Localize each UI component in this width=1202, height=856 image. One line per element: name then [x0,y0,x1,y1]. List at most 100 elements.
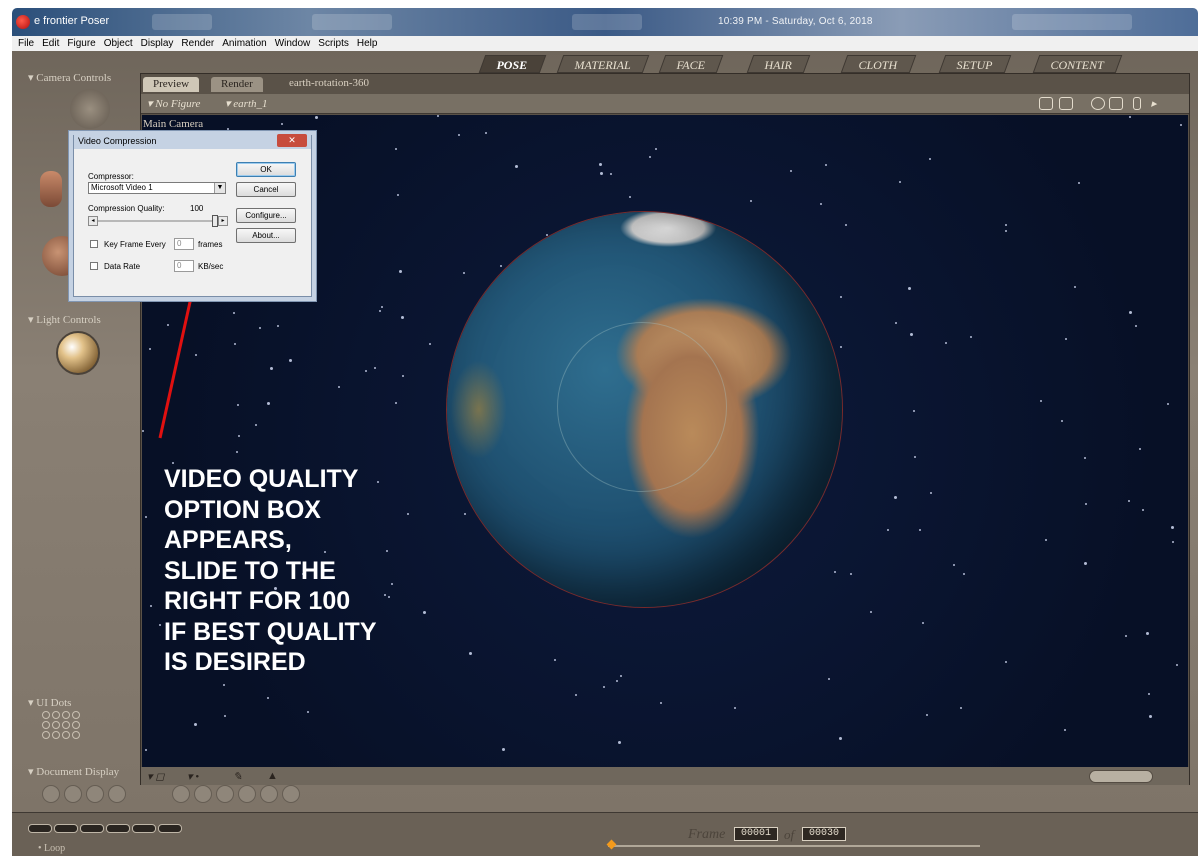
forward-button[interactable] [106,824,130,833]
star [267,697,269,699]
display-style-dot[interactable] [64,785,82,803]
ui-dot[interactable] [62,721,70,729]
ui-dot[interactable] [42,711,50,719]
room-tab-hair[interactable]: HAIR [746,55,811,73]
ui-dot[interactable] [72,731,80,739]
rewind-button[interactable] [80,824,104,833]
paint-icon[interactable]: ✎ [233,770,242,783]
ui-dot[interactable] [62,731,70,739]
timeline-marker[interactable] [606,839,617,850]
display-style-dot[interactable] [42,785,60,803]
cancel-button[interactable]: Cancel [236,182,296,197]
loop-label[interactable]: • Loop [38,843,65,854]
ui-dot[interactable] [62,711,70,719]
move-icon[interactable] [1109,97,1123,110]
menu-scripts[interactable]: Scripts [318,38,349,49]
display-style-dot[interactable] [172,785,190,803]
taskbar-thumbnail[interactable] [1012,14,1132,30]
video-compression-dialog: Video Compression ✕ Compressor: Microsof… [73,133,312,297]
slider-left-arrow-icon[interactable]: ◂ [88,216,98,226]
ui-dot[interactable] [42,721,50,729]
menu-render[interactable]: Render [181,38,214,49]
display-menu-icon[interactable]: ▾ ◻ [147,770,164,783]
quality-slider[interactable]: ◂ ▸ [88,215,230,227]
play-button[interactable] [28,824,52,833]
hand-camera-icon[interactable] [40,171,62,207]
light-controls-header[interactable]: ▾ Light Controls [28,313,101,326]
ok-button[interactable]: OK [236,162,296,177]
star [515,165,518,168]
display-style-dot[interactable] [86,785,104,803]
menu-file[interactable]: File [18,38,34,49]
rotate-icon[interactable] [1091,97,1105,110]
room-tab-material[interactable]: MATERIAL [556,55,650,73]
display-style-dot[interactable] [260,785,278,803]
display-style-dot[interactable] [238,785,256,803]
menu-window[interactable]: Window [275,38,311,49]
ui-dot[interactable] [52,711,60,719]
ui-dot[interactable] [52,731,60,739]
more-tools-arrow-icon[interactable]: ▸ [1151,97,1157,110]
close-icon[interactable]: ✕ [277,134,307,147]
bell-icon[interactable]: ▲ [267,770,278,782]
light-sphere-icon[interactable] [56,331,100,375]
menu-object[interactable]: Object [104,38,133,49]
room-tab-face[interactable]: FACE [658,55,724,73]
star [395,148,397,150]
scale-icon[interactable] [1133,97,1141,110]
display-style-dot[interactable] [216,785,234,803]
display-style-dot[interactable] [194,785,212,803]
current-frame-field[interactable]: 00001 [734,827,778,841]
ui-dots-header[interactable]: ▾ UI Dots [28,696,71,709]
star [1129,311,1132,314]
menu-animation[interactable]: Animation [222,38,266,49]
display-style-dot[interactable] [108,785,126,803]
step-back-button[interactable] [132,824,156,833]
camera-view-icon[interactable] [1039,97,1053,110]
taskbar-thumbnail[interactable] [152,14,212,30]
tab-render[interactable]: Render [211,77,263,92]
datarate-checkbox[interactable] [90,262,98,270]
taskbar-thumbnail[interactable] [572,14,642,30]
star [655,148,657,150]
ui-dot[interactable] [72,721,80,729]
keyframe-input[interactable]: 0 [174,238,194,250]
keyframe-checkbox[interactable] [90,240,98,248]
menu-figure[interactable]: Figure [67,38,95,49]
star [399,270,402,273]
menu-edit[interactable]: Edit [42,38,59,49]
ui-dot[interactable] [52,721,60,729]
star [1005,224,1007,226]
menu-display[interactable]: Display [141,38,174,49]
tab-preview[interactable]: Preview [143,77,200,92]
taskbar-thumbnail[interactable] [312,14,392,30]
star [887,529,889,531]
compressor-select[interactable]: Microsoft Video 1 ▼ [88,182,226,194]
stop-button[interactable] [54,824,78,833]
ui-dot[interactable] [42,731,50,739]
object-dropdown[interactable]: ▾ earth_1 [225,97,268,110]
total-frames-field[interactable]: 00030 [802,827,846,841]
camera-controls-header[interactable]: ▾ Camera Controls [28,71,111,84]
menu-help[interactable]: Help [357,38,378,49]
room-tab-setup[interactable]: SETUP [938,55,1012,73]
dual-view-icon[interactable] [1059,97,1073,110]
figure-dropdown[interactable]: ▾ No Figure [147,97,200,110]
timeline-track[interactable] [606,839,980,850]
configure-button[interactable]: Configure... [236,208,296,223]
annotation-line: IS DESIRED [164,648,306,676]
slider-right-arrow-icon[interactable]: ▸ [218,216,228,226]
ui-dot[interactable] [72,711,80,719]
document-display-header[interactable]: ▾ Document Display [28,765,119,778]
star [629,196,631,198]
room-tab-cloth[interactable]: CLOTH [840,55,916,73]
room-tab-content[interactable]: CONTENT [1032,55,1123,73]
face-camera-icon[interactable] [70,89,110,129]
display-style-dot[interactable] [282,785,300,803]
room-tab-pose[interactable]: POSE [478,55,546,73]
step-forward-button[interactable] [158,824,182,833]
datarate-input[interactable]: 0 [174,260,194,272]
about-button[interactable]: About... [236,228,296,243]
view-toggle-pill[interactable] [1089,770,1153,783]
lights-menu-icon[interactable]: ▾ • [187,770,199,783]
